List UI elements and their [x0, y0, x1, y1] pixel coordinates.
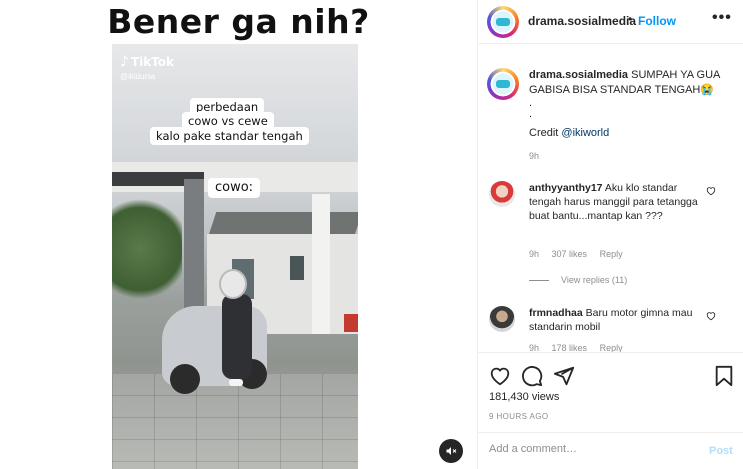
comment-like-button[interactable]: [706, 186, 716, 199]
comment-text: anthyyanthy17 Aku klo standar tengah har…: [529, 181, 704, 223]
tiktok-icon: ♪: [120, 54, 129, 70]
video-text-line3: kalo pake standar tengah: [150, 127, 309, 145]
comment-avatar[interactable]: [489, 306, 515, 332]
video-scene-shoe: [229, 379, 243, 386]
tiktok-watermark: ♪ TikTok: [120, 54, 174, 70]
caption-text: drama.sosialmedia SUMPAH YA GUA GABISA B…: [529, 68, 729, 98]
comment-icon[interactable]: [521, 365, 543, 387]
video-scene-tiles: [112, 374, 358, 469]
view-count[interactable]: 181,430 views: [489, 391, 559, 403]
post-actions: 181,430 views 9 HOURS AGO: [478, 352, 743, 432]
caption-time: 9h: [529, 151, 540, 161]
view-replies-label: View replies (11): [561, 275, 628, 285]
video-scene-trees: [112, 194, 182, 304]
post-timestamp[interactable]: 9 HOURS AGO: [489, 412, 549, 421]
tiktok-username: @ikidunia: [120, 72, 156, 81]
video-text-cowo: cowo:: [208, 178, 261, 198]
comment-likes[interactable]: 307 likes: [552, 249, 588, 259]
caption-dots: . .: [529, 98, 532, 120]
video-scene-red-box: [344, 314, 358, 332]
more-options-button[interactable]: •••: [712, 9, 732, 27]
credit-mention-link[interactable]: @ikiworld: [561, 127, 609, 139]
caption-username[interactable]: drama.sosialmedia: [529, 69, 628, 81]
comment-meta: 9h 307 likes Reply: [529, 249, 633, 259]
comment-reply-button[interactable]: Reply: [600, 249, 623, 259]
post-sidebar: drama.sosialmedia • Follow ••• drama.sos…: [477, 0, 743, 469]
comment-input[interactable]: [489, 443, 689, 455]
post-header: drama.sosialmedia • Follow •••: [478, 0, 743, 44]
comment-text: frmnadhaa Baru motor gimna mau standarin…: [529, 306, 704, 334]
comment-avatar[interactable]: [489, 181, 515, 207]
caption-credit: Credit @ikiworld: [529, 127, 609, 139]
comments-section[interactable]: drama.sosialmedia SUMPAH YA GUA GABISA B…: [478, 45, 743, 352]
video-scene-window: [290, 256, 304, 280]
replies-divider: [529, 279, 549, 281]
post-media[interactable]: Bener ga nih? ♪ TikTok @ikidunia perbedaa…: [0, 0, 477, 469]
comment-time: 9h: [529, 343, 540, 352]
share-icon[interactable]: [553, 365, 575, 387]
comment-time: 9h: [529, 249, 540, 259]
follow-button[interactable]: Follow: [638, 14, 676, 28]
caption-avatar[interactable]: [487, 68, 519, 100]
video-scene-pillar-right: [312, 194, 330, 334]
heart-icon[interactable]: [489, 365, 511, 387]
author-avatar[interactable]: [487, 6, 519, 38]
header-separator: •: [628, 12, 633, 26]
view-replies-button[interactable]: View replies (11): [529, 275, 627, 285]
video-player[interactable]: ♪ TikTok @ikidunia perbedaan cowo vs cewe…: [112, 44, 358, 469]
caption-dot: .: [529, 108, 533, 120]
bookmark-icon[interactable]: [713, 365, 735, 387]
author-username[interactable]: drama.sosialmedia: [528, 14, 636, 28]
video-scene-wheel-front: [170, 364, 200, 394]
tiktok-label: TikTok: [130, 55, 175, 69]
post-comment-button[interactable]: Post: [709, 445, 733, 457]
comment-meta: 9h 178 likes Reply: [529, 343, 633, 352]
meme-title: Bener ga nih?: [107, 2, 370, 41]
video-scene-rider: [222, 294, 252, 379]
comment-username[interactable]: frmnadhaa: [529, 307, 583, 319]
credit-label: Credit: [529, 127, 559, 139]
heart-icon: [706, 187, 716, 196]
add-comment-bar: Post: [478, 432, 743, 469]
heart-icon: [706, 312, 716, 321]
comment-reply-button[interactable]: Reply: [600, 343, 623, 352]
comment-likes[interactable]: 178 likes: [552, 343, 588, 352]
mute-button[interactable]: [439, 439, 463, 463]
speaker-muted-icon: [446, 447, 457, 455]
comment-like-button[interactable]: [706, 311, 716, 324]
comment-username[interactable]: anthyyanthy17: [529, 182, 603, 194]
video-scene-helmet: [219, 269, 247, 299]
